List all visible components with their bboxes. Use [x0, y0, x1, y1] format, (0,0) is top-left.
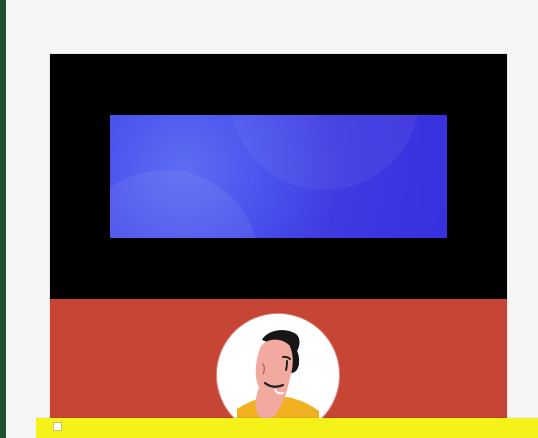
hero-section — [50, 54, 507, 299]
hero-image — [110, 115, 447, 238]
bottom-toolbar[interactable] — [36, 418, 538, 438]
screen-page — [6, 0, 538, 438]
checkbox-icon[interactable] — [53, 422, 62, 431]
profile-card — [50, 54, 507, 438]
